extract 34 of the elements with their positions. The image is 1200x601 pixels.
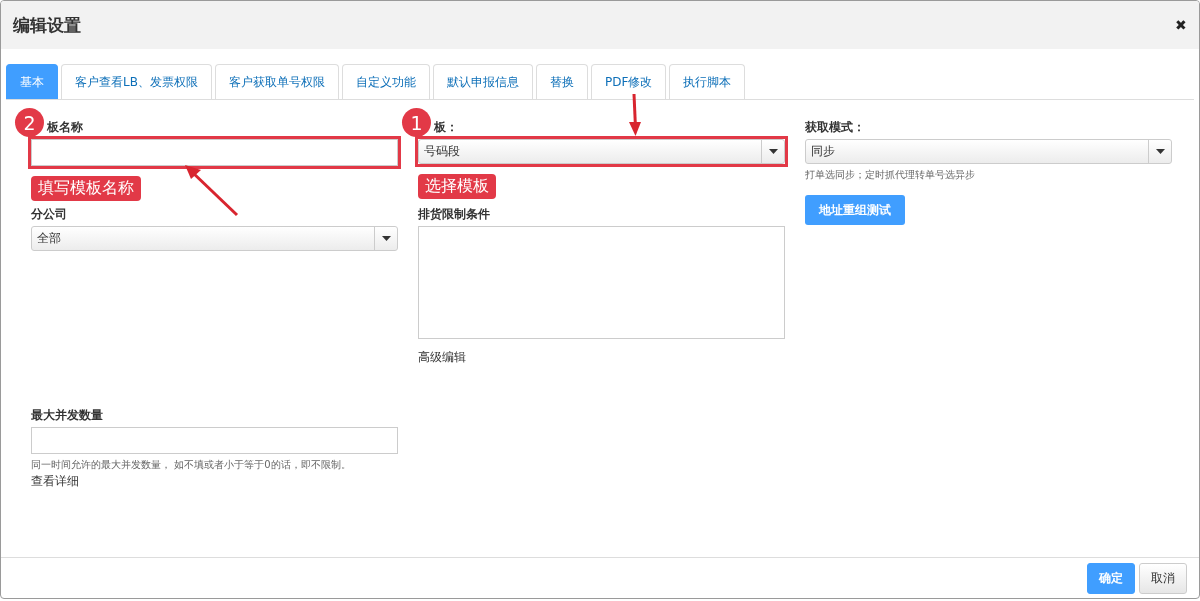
- field-label: 最大并发数量: [31, 407, 103, 424]
- tab[interactable]: PDF修改: [590, 64, 667, 99]
- close-button[interactable]: ✖: [1175, 17, 1187, 33]
- tab[interactable]: 客户查看LB、发票权限: [61, 64, 212, 99]
- cancel-button[interactable]: 取消: [1139, 562, 1187, 594]
- tab[interactable]: 执行脚本: [669, 64, 746, 99]
- text-area[interactable]: [418, 226, 785, 339]
- tab[interactable]: 自定义功能: [341, 64, 430, 99]
- caret-icon: [1155, 149, 1165, 154]
- dropdown[interactable]: 全部: [31, 226, 398, 251]
- caret-icon: [381, 236, 391, 241]
- annotation-label: 填写模板名称: [31, 176, 141, 201]
- step-badge: 1: [402, 108, 431, 137]
- field-label: 板：: [434, 119, 458, 136]
- text-field[interactable]: [31, 427, 398, 454]
- arrow: [628, 94, 642, 136]
- help-text: 同一时间允许的最大并发数量， 如不填或者小于等于0的话，即不限制。 查看详细: [31, 458, 352, 490]
- dropdown[interactable]: 号码段: [418, 139, 785, 164]
- dropdown[interactable]: 同步: [805, 139, 1172, 164]
- tab[interactable]: 客户获取单号权限: [214, 64, 339, 99]
- caret-icon: [768, 149, 778, 154]
- field-label: 板名称: [47, 119, 83, 136]
- field-label: 分公司: [31, 206, 67, 223]
- help-text: 打单选同步；定时抓代理转单号选异步: [805, 168, 976, 182]
- step-badge: 2: [15, 108, 44, 137]
- field-label: 获取模式：: [805, 119, 865, 136]
- tab[interactable]: 替换: [535, 64, 588, 99]
- tab[interactable]: 默认申报信息: [432, 64, 533, 99]
- details-link[interactable]: 查看详细: [31, 474, 79, 488]
- advanced-edit-link[interactable]: 高级编辑: [418, 349, 785, 366]
- field-label: 排货限制条件: [418, 206, 490, 223]
- annotation-label: 选择模板: [418, 174, 496, 199]
- arrow: [185, 165, 239, 217]
- dialog-title: 编辑设置: [13, 13, 81, 37]
